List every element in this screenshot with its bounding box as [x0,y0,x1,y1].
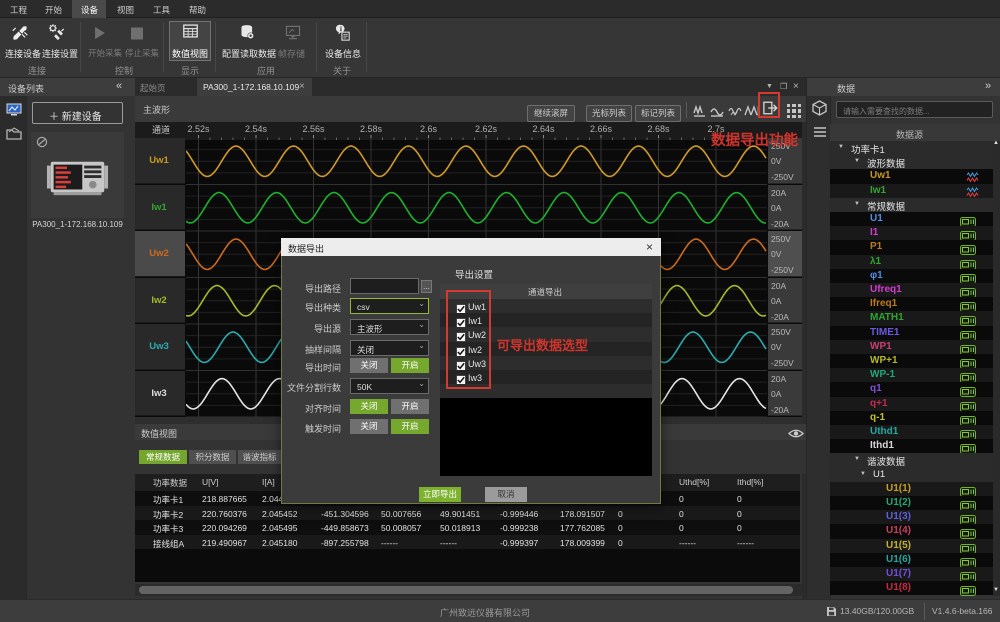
svg-text:2.52s: 2.52s [187,124,210,134]
svg-text:2.62s: 2.62s [475,124,498,134]
svg-text:2.68s: 2.68s [647,124,670,134]
svg-text:2.66s: 2.66s [590,124,613,134]
svg-text:通道: 通道 [152,124,170,135]
svg-text:2.58s: 2.58s [360,124,383,134]
svg-text:2.64s: 2.64s [532,124,555,134]
svg-text:2.54s: 2.54s [245,124,268,134]
svg-text:2.6s: 2.6s [420,124,438,134]
svg-text:2.56s: 2.56s [302,124,325,134]
